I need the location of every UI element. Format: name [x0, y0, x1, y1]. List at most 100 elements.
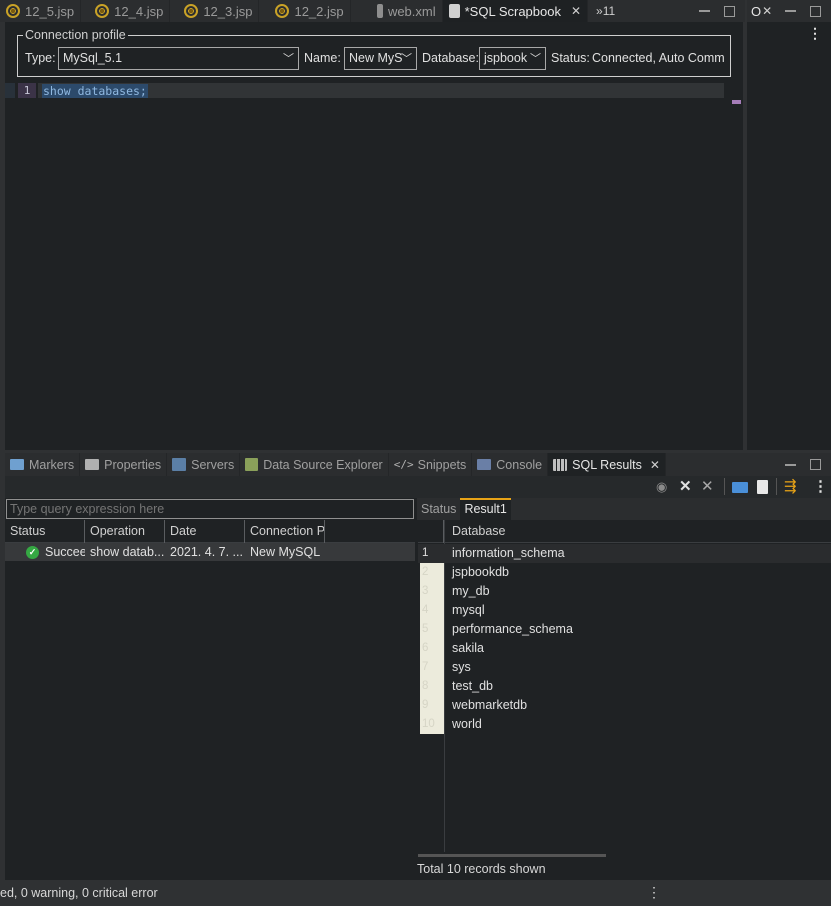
row-number-header: [418, 520, 444, 543]
database-select[interactable]: jspbook ﹀: [479, 47, 546, 70]
row-number: 5: [422, 623, 429, 635]
status-bar: ed, 0 warning, 0 critical error: [0, 880, 831, 906]
chevron-down-icon: ﹀: [283, 53, 294, 65]
view-menu-icon[interactable]: ⋮: [808, 25, 822, 42]
sql-code[interactable]: show databases;: [42, 84, 148, 98]
row-value: information_schema: [452, 546, 565, 560]
outline-view-body: ⋮: [747, 22, 831, 450]
globe-icon: [95, 4, 110, 18]
table-row[interactable]: 1 information_schema: [418, 544, 831, 563]
row-value: mysql: [452, 603, 485, 617]
connection-profile-legend: Connection profile: [23, 28, 128, 42]
editor-tab-12-4[interactable]: 12_4.jsp: [81, 0, 171, 22]
close-icon[interactable]: ✕: [650, 458, 660, 472]
properties-icon: [85, 459, 100, 470]
status-value: Connected, Auto Comm: [592, 51, 725, 65]
table-row[interactable]: 8 test_db: [418, 677, 831, 696]
row-number: 4: [422, 604, 429, 616]
tab-snippets[interactable]: </> Snippets: [389, 453, 473, 476]
type-select[interactable]: MySql_5.1 ﹀: [58, 47, 299, 70]
maximize-icon[interactable]: [724, 5, 735, 17]
table-row[interactable]: 10 world: [418, 715, 831, 734]
table-row[interactable]: 2 jspbookdb: [418, 563, 831, 582]
tab-label: Console: [496, 457, 543, 472]
row-value: test_db: [452, 679, 494, 693]
minimize-icon[interactable]: [785, 463, 796, 466]
maximize-icon[interactable]: [810, 5, 821, 17]
overview-ruler-mark[interactable]: [732, 100, 741, 104]
view-menu-icon[interactable]: ⋮: [813, 479, 828, 494]
editor-tab-12-3[interactable]: 12_3.jsp: [170, 0, 260, 22]
row-operation: show datab...: [90, 545, 165, 559]
tab-sql-results[interactable]: SQL Results ✕: [548, 453, 666, 476]
query-filter-input[interactable]: [6, 499, 414, 519]
row-value: sakila: [452, 641, 484, 655]
toolbar-separator: [776, 478, 777, 495]
row-date: 2021. 4. 7. ...: [170, 545, 243, 559]
editor-tab-bar: 12_5.jsp 12_4.jsp 12_3.jsp 12_2.jsp web.…: [0, 0, 745, 22]
minimize-icon[interactable]: [699, 10, 710, 12]
remove-all-results-icon[interactable]: ✕: [701, 479, 714, 494]
globe-icon: [6, 4, 20, 18]
editor-tab-label: 12_5.jsp: [25, 3, 75, 19]
row-number: 10: [422, 718, 435, 730]
column-operation[interactable]: Operation: [85, 520, 165, 543]
chevron-down-icon: ﹀: [530, 53, 541, 65]
tab-properties[interactable]: Properties: [80, 453, 168, 476]
history-table-header: Status Operation Date Connection P: [5, 520, 415, 543]
name-select[interactable]: New MyS ﹀: [344, 47, 417, 70]
horizontal-scrollbar[interactable]: [418, 854, 606, 857]
stop-icon[interactable]: ◉: [656, 480, 667, 494]
tab-servers[interactable]: Servers: [167, 453, 241, 476]
snippets-icon: </>: [393, 458, 414, 471]
line-number: 1: [18, 83, 36, 98]
toggle-display-icon[interactable]: ⇶: [784, 479, 797, 494]
table-row[interactable]: Succeeded show datab... 2021. 4. 7. ... …: [5, 543, 415, 561]
table-row[interactable]: 4 mysql: [418, 601, 831, 620]
tab-label: Servers: [191, 457, 235, 472]
tab-overflow-button[interactable]: »11: [588, 0, 623, 22]
column-status[interactable]: Status: [5, 520, 85, 543]
maximize-icon[interactable]: [810, 459, 821, 470]
status-bar-menu-icon[interactable]: ⋮: [647, 884, 661, 901]
table-row[interactable]: 5 performance_schema: [418, 620, 831, 639]
minimize-icon[interactable]: [785, 10, 796, 12]
table-row[interactable]: 6 sakila: [418, 639, 831, 658]
tab-data-source-explorer[interactable]: Data Source Explorer: [240, 453, 389, 476]
editor-tab-sql-scrapbook[interactable]: *SQL Scrapbook ✕: [442, 0, 589, 22]
table-row[interactable]: 7 sys: [418, 658, 831, 677]
close-icon[interactable]: ✕: [571, 4, 581, 18]
close-icon[interactable]: ✕: [762, 4, 772, 18]
save-file-icon[interactable]: [757, 480, 768, 494]
open-folder-icon[interactable]: [732, 482, 748, 493]
editor-tab-label: 12_4.jsp: [114, 3, 164, 19]
editor-tab-web-xml[interactable]: web.xml: [351, 0, 443, 22]
tab-console[interactable]: Console: [472, 453, 549, 476]
table-row[interactable]: 9 webmarketdb: [418, 696, 831, 715]
tab-markers[interactable]: Markers: [5, 453, 81, 476]
tab-status[interactable]: Status: [417, 498, 460, 520]
name-select-value: New MyS: [349, 51, 403, 65]
remove-result-icon[interactable]: ✕: [679, 479, 692, 494]
toolbar-separator: [724, 478, 725, 495]
table-row[interactable]: 3 my_db: [418, 582, 831, 601]
tab-label: Snippets: [417, 457, 467, 472]
column-date[interactable]: Date: [165, 520, 245, 543]
row-number: 1: [422, 547, 429, 559]
outline-tab[interactable]: O: [747, 4, 761, 19]
database-label: Database:: [422, 51, 479, 65]
editor-tab-12-2[interactable]: 12_2.jsp: [259, 0, 351, 22]
globe-icon: [275, 4, 290, 18]
column-database[interactable]: Database: [452, 520, 506, 543]
column-connection[interactable]: Connection P: [245, 520, 325, 543]
row-value: my_db: [452, 584, 490, 598]
row-number: 6: [422, 642, 429, 654]
tab-label: SQL Results: [572, 457, 642, 472]
row-value: sys: [452, 660, 471, 674]
editor-tab-12-5[interactable]: 12_5.jsp: [0, 0, 82, 22]
row-connection: New MySQL: [250, 545, 321, 559]
status-label: Status:: [551, 51, 590, 65]
row-number: 7: [422, 661, 429, 673]
tab-result1[interactable]: Result1: [460, 498, 511, 520]
sql-scrapbook-icon: [448, 4, 460, 18]
